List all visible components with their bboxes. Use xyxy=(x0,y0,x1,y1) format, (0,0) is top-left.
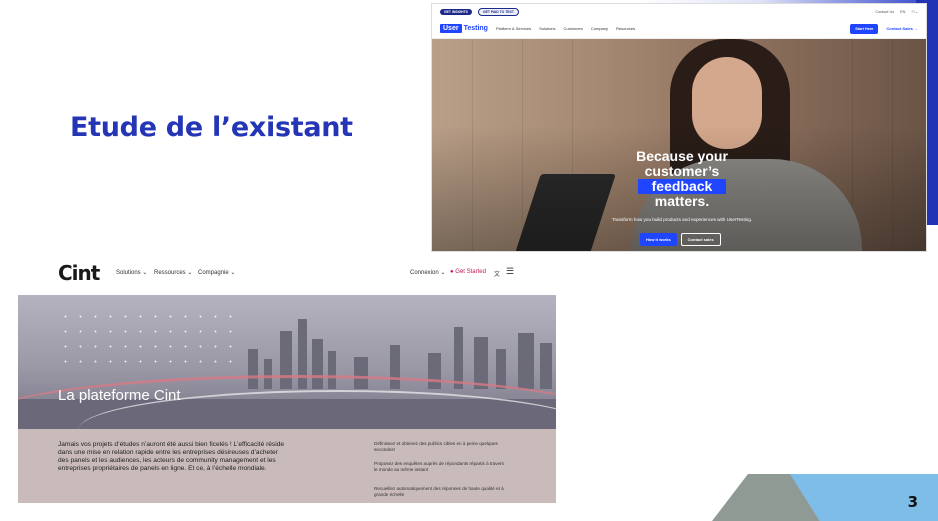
contact-sales-button[interactable]: Contact sales xyxy=(680,233,721,246)
usertesting-nav: User Testing Platform & Services Solutio… xyxy=(432,19,926,39)
nav-solutions[interactable]: Solutions xyxy=(539,26,555,31)
cint-bullet-1: Définissez et obtenez des publics cibles… xyxy=(374,441,498,452)
nav-ressources[interactable]: Ressources ⌄ xyxy=(154,269,192,276)
nav-solutions[interactable]: Solutions ⌄ xyxy=(116,269,147,276)
usertesting-logo[interactable]: User Testing xyxy=(440,24,488,33)
language-selector[interactable]: EN xyxy=(900,10,905,14)
nav-company[interactable]: Company xyxy=(591,26,608,31)
cint-bullet-3: Recueillez automatiquement des réponses … xyxy=(374,486,504,497)
nav-platform-services[interactable]: Platform & Services xyxy=(496,26,531,31)
cint-content-panel: Jamais vos projets d’études n’auront été… xyxy=(18,429,556,503)
hero-buttons: How it works Contact sales xyxy=(640,233,721,246)
start-here-button[interactable]: Start Here xyxy=(850,23,879,34)
connexion-link[interactable]: Connexion ⌄ xyxy=(410,269,445,276)
nav-resources[interactable]: Resources xyxy=(616,26,635,31)
cint-paragraph: Jamais vos projets d’études n’auront été… xyxy=(58,441,285,472)
cint-hero-title: La plateforme Cint xyxy=(58,387,181,404)
logo-rest-text: Testing xyxy=(463,25,488,32)
headline-highlight: feedback xyxy=(637,179,727,194)
cint-logo[interactable]: Cint xyxy=(58,261,100,285)
slide-page-number: 3 xyxy=(907,493,918,511)
headline-line-1: Because your xyxy=(636,148,728,164)
cint-bullet-2: Proposez des enquêtes auprès de répondan… xyxy=(374,461,504,472)
get-paid-to-test-pill[interactable]: GET PAID TO TEST xyxy=(477,7,519,16)
usertesting-hero-image: Because your customer’s feedback matters… xyxy=(432,39,926,251)
headline-line-2: customer’s xyxy=(644,163,720,179)
slide-title: Etude de l’existant xyxy=(70,112,353,143)
translate-icon[interactable]: 文 xyxy=(494,269,500,278)
hero-headline: Because your customer’s feedback matters… xyxy=(627,149,737,209)
cint-nav: Cint Solutions ⌄ Ressources ⌄ Compagnie … xyxy=(18,257,556,293)
nav-customers[interactable]: Customers xyxy=(564,26,583,31)
usertesting-utility-bar: GET INSIGHTS GET PAID TO TEST Contact Us… xyxy=(432,4,926,19)
nav-compagnie[interactable]: Compagnie ⌄ xyxy=(198,269,235,276)
usertesting-screenshot: GET INSIGHTS GET PAID TO TEST Contact Us… xyxy=(431,3,927,252)
contact-sales-link[interactable]: Contact Sales → xyxy=(886,26,918,31)
headline-line-4: matters. xyxy=(654,193,710,209)
menu-icon[interactable]: ☰ xyxy=(506,266,514,277)
user-icon[interactable]: ⚇⌄ xyxy=(911,9,918,14)
logo-box-text: User xyxy=(440,24,462,33)
how-it-works-button[interactable]: How it works xyxy=(640,233,677,246)
hero-subtext: Transform how you build products and exp… xyxy=(611,217,753,222)
cint-screenshot: Cint Solutions ⌄ Ressources ⌄ Compagnie … xyxy=(18,257,556,503)
get-started-link[interactable]: ● Get Started xyxy=(450,269,486,275)
contact-us-link[interactable]: Contact Us xyxy=(875,10,894,14)
get-insights-pill[interactable]: GET INSIGHTS xyxy=(440,8,472,15)
cint-hero-image: La plateforme Cint xyxy=(18,295,556,429)
